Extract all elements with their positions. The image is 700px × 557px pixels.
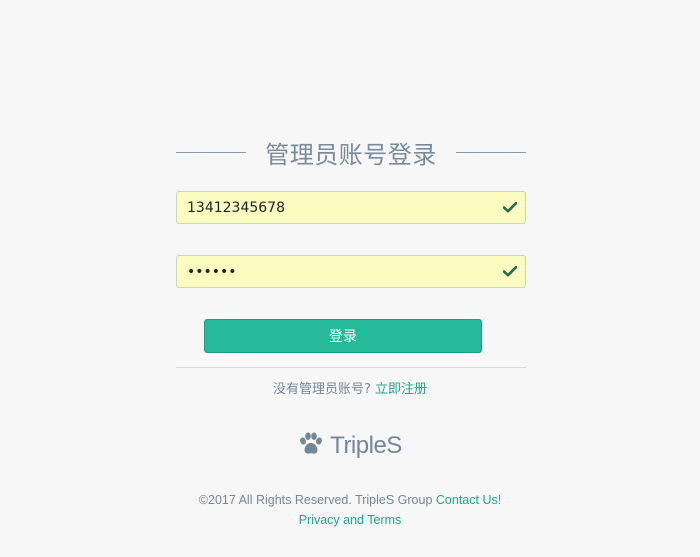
register-row: 没有管理员账号? 立即注册 [0,378,700,397]
password-field [176,255,526,288]
check-icon [495,256,525,287]
title-line-left [176,151,246,153]
login-page: 管理员账号登录 登录 没有管理员账号? 立即注册 [0,0,700,557]
title-row: 管理员账号登录 [176,132,526,172]
paw-icon [298,432,324,460]
page-title: 管理员账号登录 [265,140,437,169]
register-link[interactable]: 立即注册 [375,382,427,397]
title-line-right [456,151,526,153]
footer-copyright-row: ©2017 All Rights Reserved. TripleS Group… [0,493,700,507]
phone-input[interactable] [177,192,495,223]
register-prompt: 没有管理员账号? [272,382,371,397]
contact-link[interactable]: Contact Us! [436,493,501,507]
password-input[interactable] [177,256,495,287]
phone-field [176,191,526,224]
login-button[interactable]: 登录 [204,319,482,353]
footer-privacy-row: Privacy and Terms [0,513,700,527]
copyright-text: ©2017 All Rights Reserved. TripleS Group [198,493,433,507]
brand: TripleS [0,432,700,460]
divider [176,367,526,368]
privacy-link[interactable]: Privacy and Terms [299,513,402,527]
brand-name: TripleS [330,432,402,459]
check-icon [495,192,525,223]
